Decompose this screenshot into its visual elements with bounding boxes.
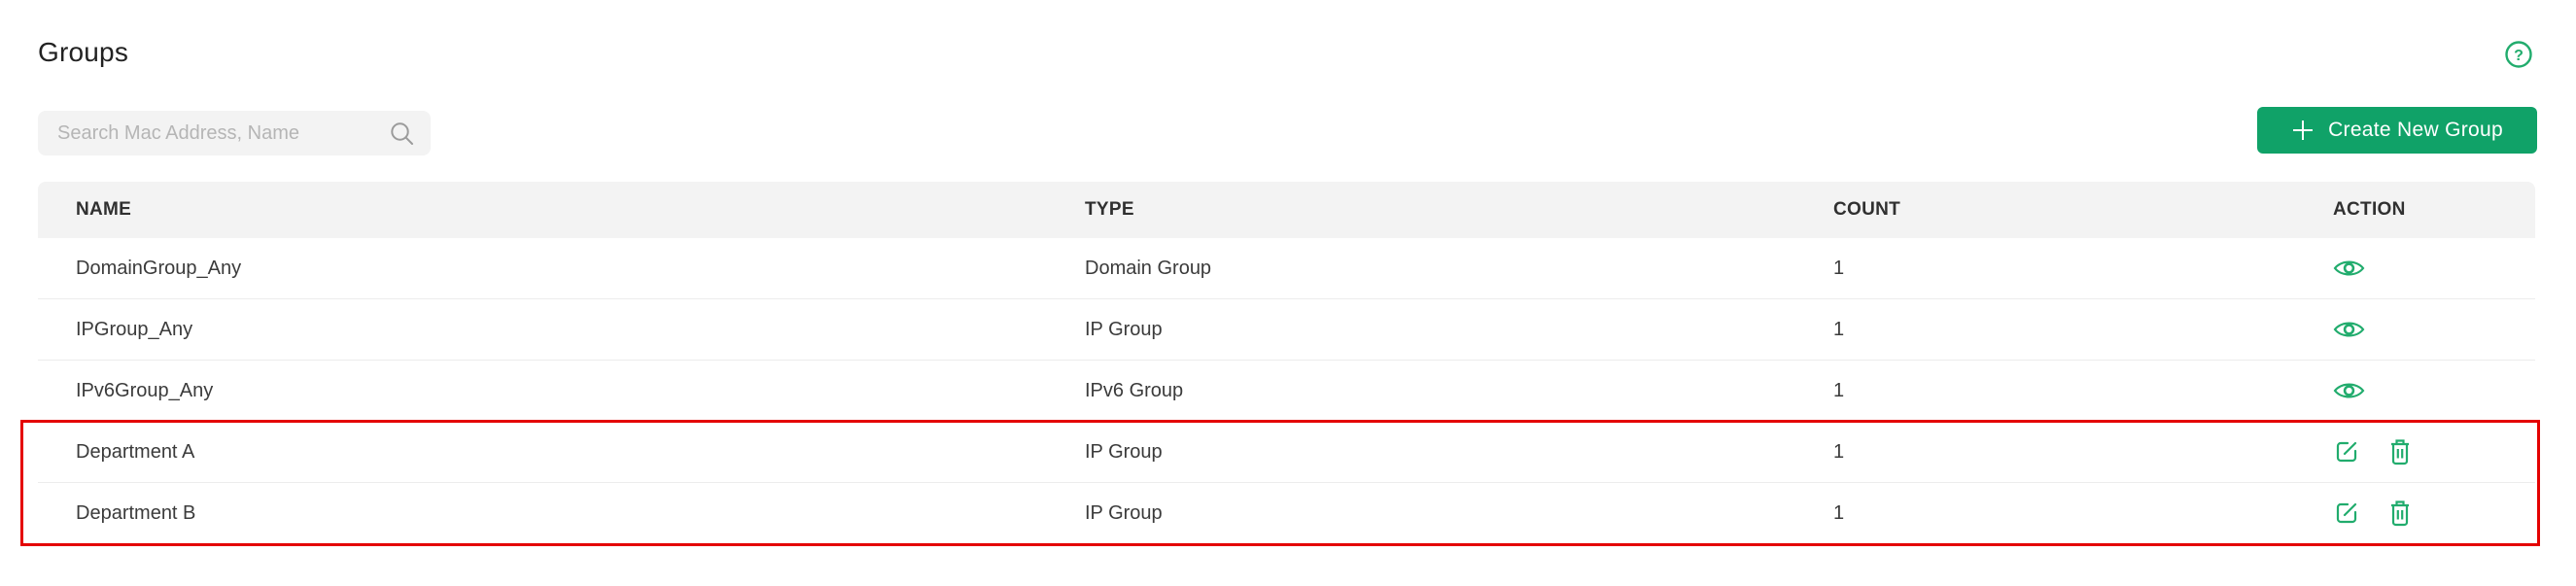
group-type-cell: Domain Group bbox=[1085, 257, 1212, 279]
group-name-cell: Department A bbox=[76, 440, 195, 463]
table-header-row: NAME TYPE COUNT ACTION bbox=[38, 182, 2535, 238]
table-row: IPGroup_Any IP Group 1 bbox=[38, 299, 2535, 361]
table-row: IPv6Group_Any IPv6 Group 1 bbox=[38, 361, 2535, 422]
column-header-count: COUNT bbox=[1833, 199, 1901, 220]
group-count-cell: 1 bbox=[1833, 379, 1845, 401]
plus-icon bbox=[2291, 119, 2315, 142]
search-input[interactable] bbox=[38, 111, 389, 155]
action-cell bbox=[2333, 376, 2535, 405]
search-icon[interactable] bbox=[389, 121, 415, 147]
group-name-cell: Department B bbox=[76, 501, 196, 524]
table-row: Department A IP Group 1 bbox=[38, 422, 2535, 483]
page-title: Groups bbox=[38, 37, 129, 67]
groups-page: Groups ? Create New Group NAME TYPE bbox=[0, 0, 2576, 586]
delete-icon[interactable] bbox=[2387, 437, 2419, 466]
group-name-cell: DomainGroup_Any bbox=[76, 257, 242, 279]
view-icon[interactable] bbox=[2333, 254, 2365, 283]
create-new-group-button[interactable]: Create New Group bbox=[2257, 107, 2537, 154]
edit-icon[interactable] bbox=[2333, 437, 2365, 466]
group-count-cell: 1 bbox=[1833, 257, 1845, 279]
group-count-cell: 1 bbox=[1833, 501, 1845, 524]
column-header-type: TYPE bbox=[1085, 199, 1134, 220]
action-cell bbox=[2333, 437, 2535, 466]
view-icon[interactable] bbox=[2333, 315, 2365, 344]
svg-text:?: ? bbox=[2514, 48, 2524, 64]
group-type-cell: IP Group bbox=[1085, 501, 1163, 524]
search-box bbox=[38, 111, 431, 155]
group-type-cell: IP Group bbox=[1085, 440, 1163, 463]
edit-icon[interactable] bbox=[2333, 499, 2365, 528]
action-cell bbox=[2333, 499, 2535, 528]
groups-table: NAME TYPE COUNT ACTION DomainGroup_Any Do… bbox=[38, 182, 2535, 544]
action-cell bbox=[2333, 315, 2535, 344]
table-row: DomainGroup_Any Domain Group 1 bbox=[38, 238, 2535, 299]
column-header-action: ACTION bbox=[2333, 199, 2406, 220]
group-type-cell: IP Group bbox=[1085, 318, 1163, 340]
table-body: DomainGroup_Any Domain Group 1 IPGroup_Any I… bbox=[38, 238, 2535, 544]
group-count-cell: 1 bbox=[1833, 440, 1845, 463]
view-icon[interactable] bbox=[2333, 376, 2365, 405]
group-type-cell: IPv6 Group bbox=[1085, 379, 1184, 401]
column-header-name: NAME bbox=[76, 199, 132, 220]
group-count-cell: 1 bbox=[1833, 318, 1845, 340]
delete-icon[interactable] bbox=[2387, 499, 2419, 528]
create-button-label: Create New Group bbox=[2328, 119, 2503, 141]
group-name-cell: IPv6Group_Any bbox=[76, 379, 214, 401]
help-icon[interactable]: ? bbox=[2504, 40, 2533, 69]
action-cell bbox=[2333, 254, 2535, 283]
group-name-cell: IPGroup_Any bbox=[76, 318, 193, 340]
table-row: Department B IP Group 1 bbox=[38, 483, 2535, 544]
